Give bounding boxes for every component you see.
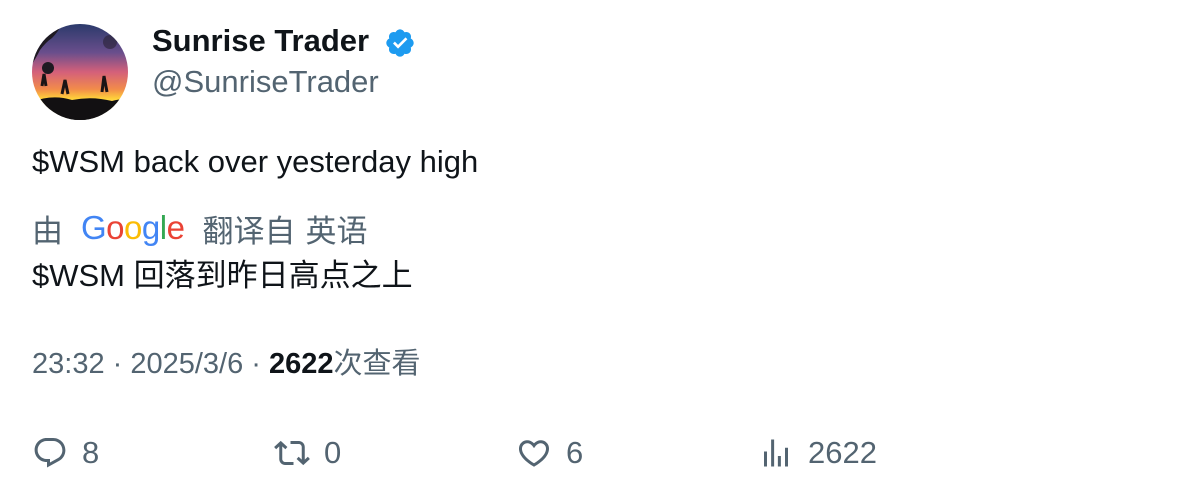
author-display-name[interactable]: Sunrise Trader: [152, 22, 369, 60]
translation-by-label: 由: [32, 213, 63, 249]
heart-icon: [518, 440, 550, 467]
like-button[interactable]: 6: [516, 428, 583, 478]
reply-count: 8: [82, 435, 100, 470]
source-language-link[interactable]: 英语: [305, 206, 367, 251]
verified-badge-icon: [384, 27, 416, 59]
views-count: 2622: [269, 348, 334, 380]
views-chart-icon: [764, 439, 788, 467]
google-logo: Google: [81, 209, 185, 246]
retweet-button[interactable]: 0: [274, 428, 341, 478]
avatar-sunset-image: [32, 24, 128, 120]
author-handle[interactable]: @SunriseTrader: [152, 63, 379, 101]
tweet-time[interactable]: 23:32: [32, 348, 105, 380]
translated-from-label: 翻译自: [202, 213, 296, 249]
views-button[interactable]: 2622: [758, 428, 877, 478]
tweet-text: $WSM back over yesterday high: [32, 144, 479, 179]
reply-button[interactable]: 8: [32, 428, 99, 478]
views-label: 次查看: [333, 348, 421, 380]
tweet-date[interactable]: 2025/3/6: [130, 348, 243, 380]
like-count: 6: [566, 435, 584, 470]
avatar[interactable]: [32, 24, 128, 120]
reply-icon: [34, 438, 66, 468]
action-bar: 8 0 6 2622: [0, 428, 1196, 478]
translation-attribution: 由 Google 翻译自 英语: [32, 206, 367, 251]
tweet-meta: 23:32 · 2025/3/6 · 2622次查看: [32, 345, 421, 383]
meta-separator: ·: [243, 348, 270, 380]
retweet-icon: [274, 440, 310, 466]
retweet-count: 0: [324, 435, 342, 470]
translated-tweet-text: $WSM 回落到昨日高点之上: [32, 258, 413, 293]
views-action-count: 2622: [808, 435, 877, 470]
meta-separator: ·: [104, 348, 131, 380]
